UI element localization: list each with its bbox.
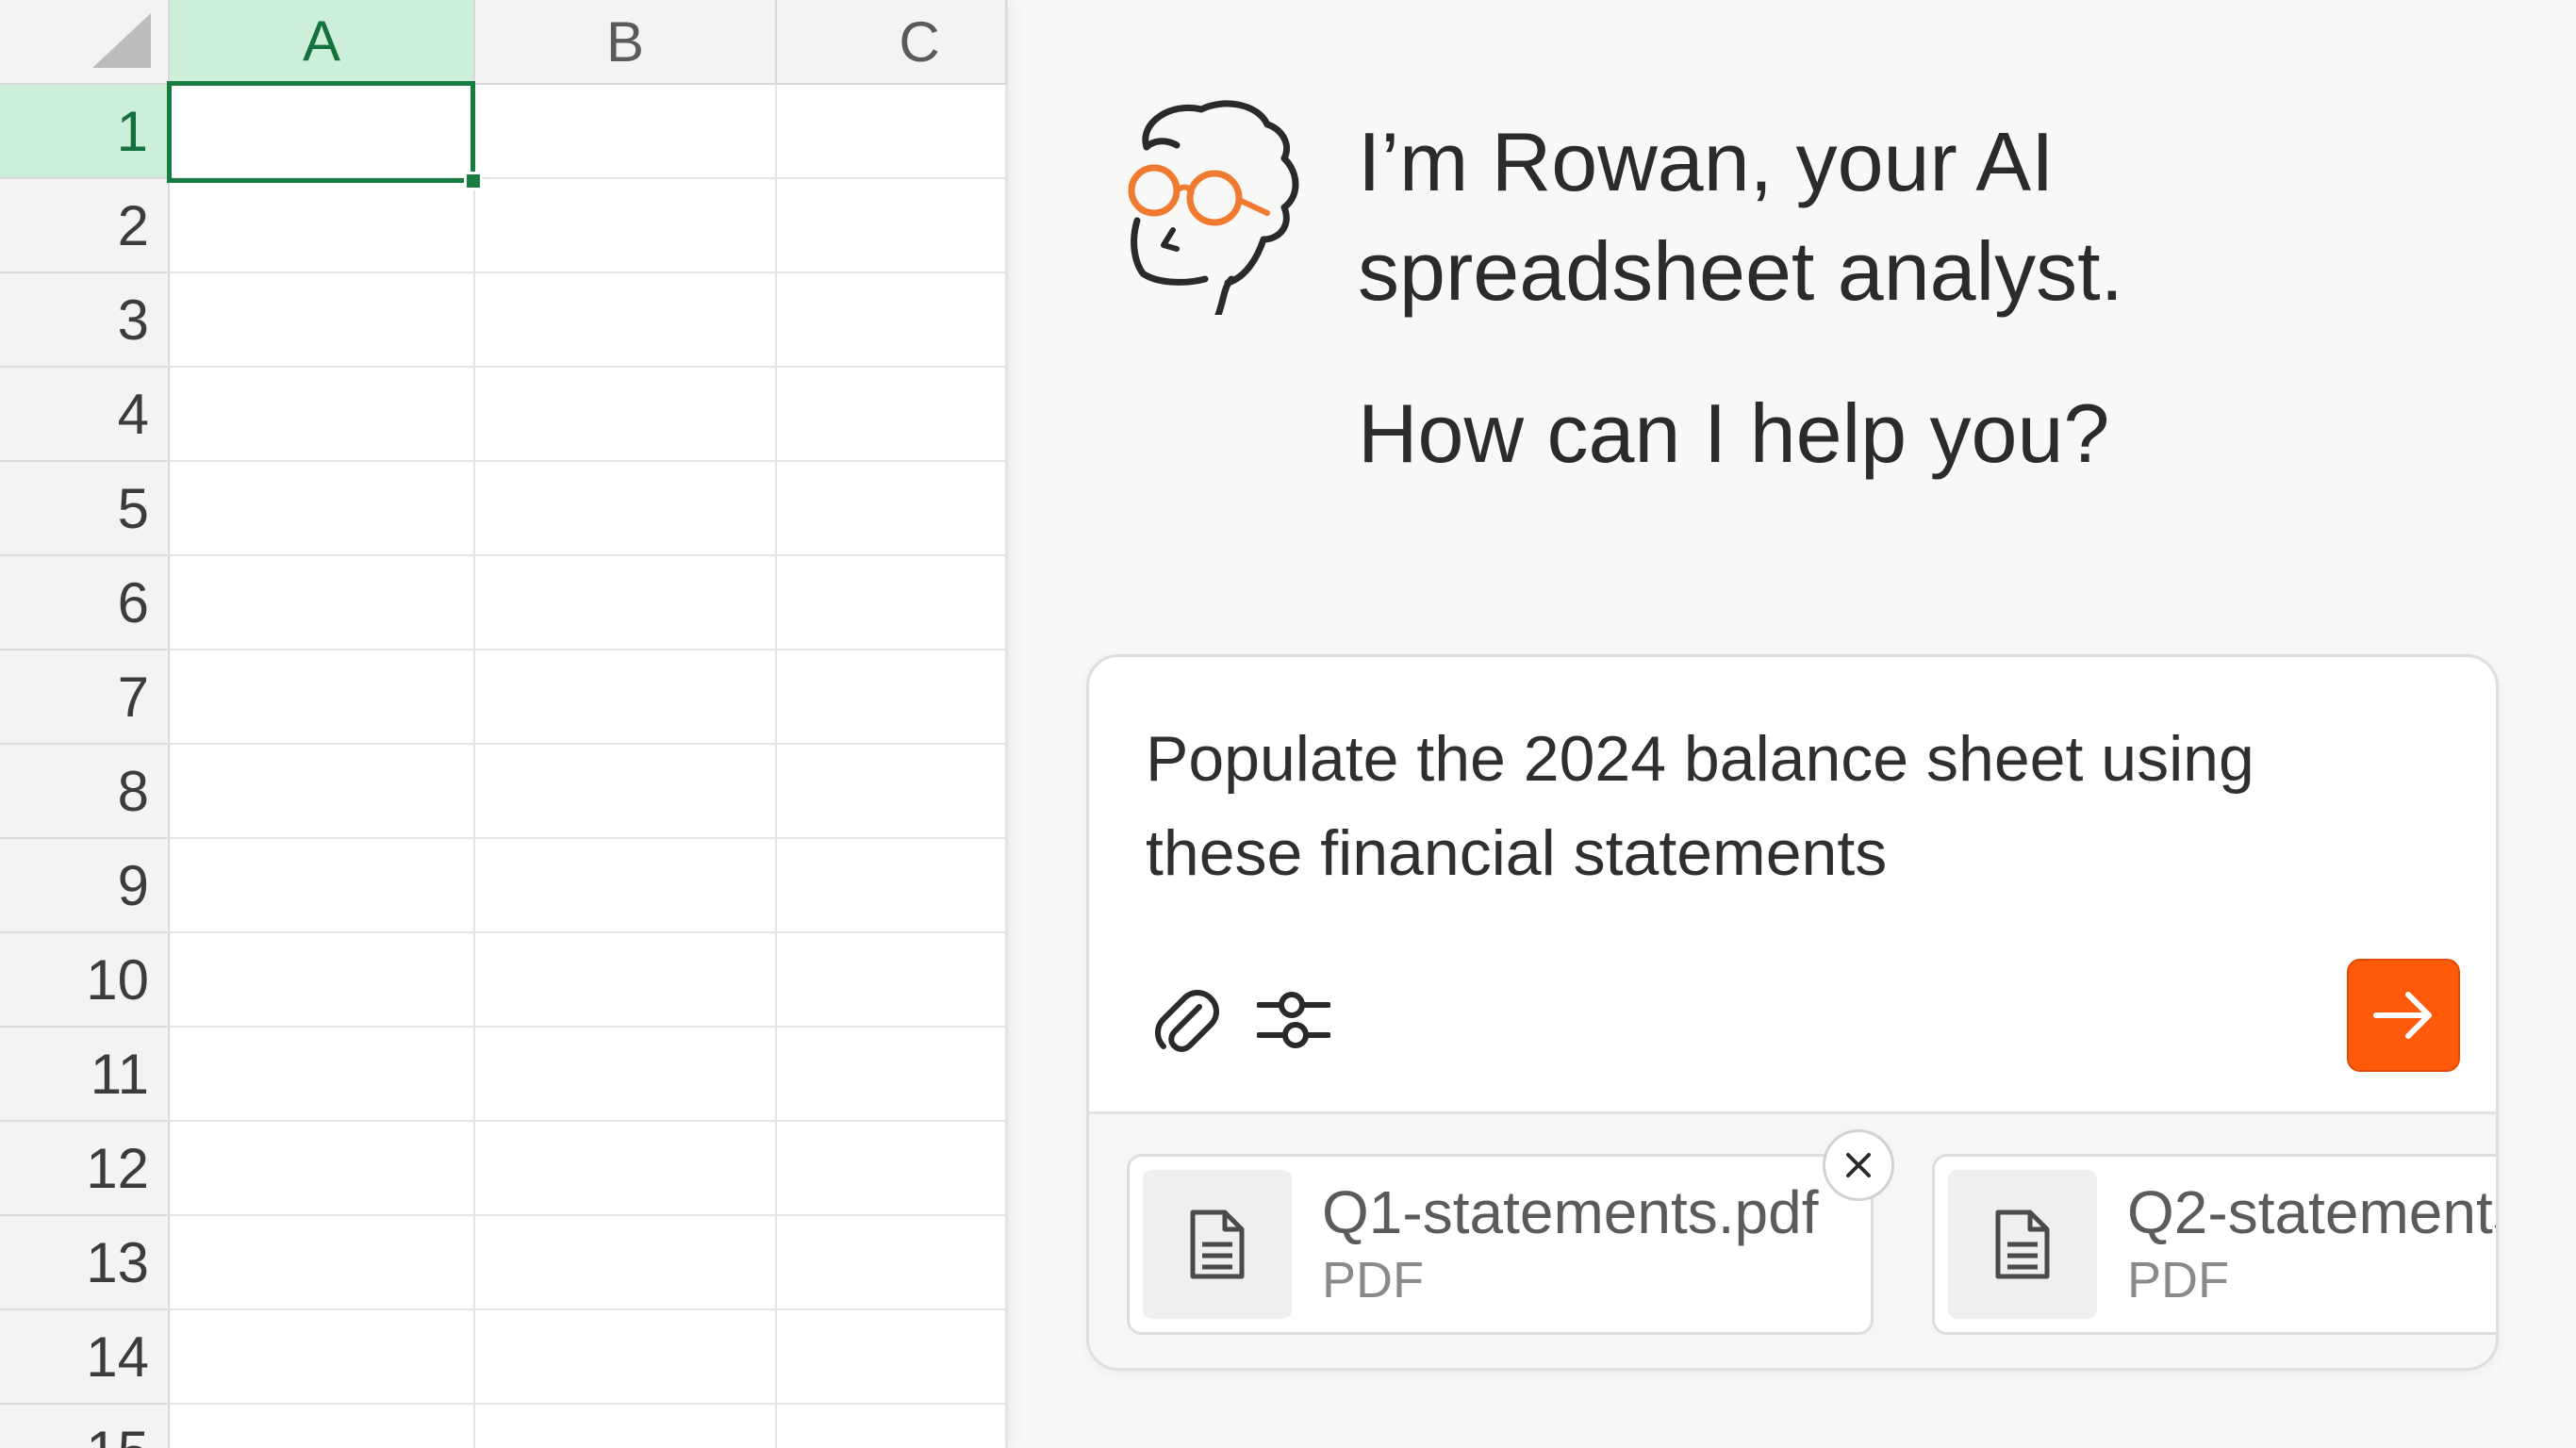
row-header-3[interactable]: 3 xyxy=(0,273,170,368)
sliders-icon xyxy=(1257,992,1330,1048)
assistant-greeting: I’m Rowan, your AI spreadsheet analyst. xyxy=(1358,115,2124,318)
row-header-7[interactable]: 7 xyxy=(0,650,170,745)
fill-handle[interactable] xyxy=(464,172,483,190)
grid-cell[interactable] xyxy=(475,1122,777,1216)
attach-file-button[interactable] xyxy=(1144,978,1229,1062)
help-prompt: How can I help you? xyxy=(1358,387,2110,480)
grid-cell[interactable] xyxy=(170,1122,475,1216)
attachment-card[interactable]: Q1-statements.pdf PDF xyxy=(1127,1154,1874,1335)
send-button[interactable] xyxy=(2347,959,2460,1072)
grid-cell[interactable] xyxy=(777,1405,1007,1448)
grid-cell[interactable] xyxy=(777,556,1007,650)
row-header-5[interactable]: 5 xyxy=(0,462,170,556)
file-name: Q1-statements.pdf xyxy=(1322,1178,1819,1246)
row-header-10[interactable]: 10 xyxy=(0,933,170,1028)
grid-cell[interactable] xyxy=(475,745,777,839)
row-header-6[interactable]: 6 xyxy=(0,556,170,650)
grid-cell[interactable] xyxy=(475,179,777,273)
row-header-4[interactable]: 4 xyxy=(0,368,170,462)
row-header-1[interactable]: 1 xyxy=(0,85,170,179)
grid-cell[interactable] xyxy=(475,462,777,556)
grid-cell[interactable] xyxy=(170,556,475,650)
grid-cell[interactable] xyxy=(475,650,777,745)
message-input[interactable]: Populate the 2024 balance sheet using th… xyxy=(1146,712,2390,900)
grid-cell[interactable] xyxy=(170,462,475,556)
grid-cell[interactable] xyxy=(170,839,475,933)
close-icon xyxy=(1846,1153,1871,1177)
remove-attachment-button[interactable] xyxy=(1823,1129,1894,1201)
grid-cell[interactable] xyxy=(475,839,777,933)
file-type: PDF xyxy=(2127,1252,2229,1308)
settings-sliders-button[interactable] xyxy=(1251,978,1336,1062)
grid-cell[interactable] xyxy=(170,1028,475,1122)
grid-cell[interactable] xyxy=(170,368,475,462)
arrow-right-icon xyxy=(2373,992,2432,1039)
grid-cell[interactable] xyxy=(777,839,1007,933)
grid-cell[interactable] xyxy=(777,650,1007,745)
grid-cell[interactable] xyxy=(170,745,475,839)
row-header-8[interactable]: 8 xyxy=(0,745,170,839)
attachments-tray: Q1-statements.pdf PDF Q2-statements.pdf … xyxy=(1089,1114,2496,1368)
grid-cell[interactable] xyxy=(475,1028,777,1122)
file-thumbnail xyxy=(1948,1170,2097,1319)
grid-cell[interactable] xyxy=(170,1310,475,1405)
grid-cell[interactable] xyxy=(777,933,1007,1028)
grid-cell[interactable] xyxy=(777,273,1007,368)
grid-cell[interactable] xyxy=(777,1028,1007,1122)
row-header-13[interactable]: 13 xyxy=(0,1216,170,1310)
grid-cell[interactable] xyxy=(777,1310,1007,1405)
paperclip-icon xyxy=(1155,990,1219,1052)
grid-cell[interactable] xyxy=(777,85,1007,179)
grid-cell[interactable] xyxy=(475,1405,777,1448)
grid-cell[interactable] xyxy=(170,933,475,1028)
row-header-15[interactable]: 15 xyxy=(0,1405,170,1448)
grid-cell[interactable] xyxy=(777,179,1007,273)
grid-cell[interactable] xyxy=(475,1310,777,1405)
row-header-12[interactable]: 12 xyxy=(0,1122,170,1216)
grid-cell[interactable] xyxy=(170,650,475,745)
row-header-9[interactable]: 9 xyxy=(0,839,170,933)
active-cell-a1[interactable] xyxy=(167,81,475,183)
column-header-c[interactable]: C xyxy=(777,0,1007,85)
select-all-triangle-icon xyxy=(92,13,151,68)
file-thumbnail xyxy=(1143,1170,1292,1319)
chat-composer: Populate the 2024 balance sheet using th… xyxy=(1086,654,2499,1371)
rowan-avatar-icon xyxy=(1128,100,1299,315)
row-header-2[interactable]: 2 xyxy=(0,179,170,273)
grid-cell[interactable] xyxy=(475,85,777,179)
grid-cell[interactable] xyxy=(777,462,1007,556)
grid-cell[interactable] xyxy=(475,273,777,368)
grid-cell[interactable] xyxy=(475,556,777,650)
file-type: PDF xyxy=(1322,1252,1424,1308)
spreadsheet-grid: A B C 123456789101112131415 xyxy=(0,0,1008,1448)
grid-cell[interactable] xyxy=(777,1216,1007,1310)
row-header-14[interactable]: 14 xyxy=(0,1310,170,1405)
grid-cell[interactable] xyxy=(777,745,1007,839)
grid-cell[interactable] xyxy=(475,368,777,462)
file-name: Q2-statements.pdf xyxy=(2127,1178,2496,1246)
row-header-11[interactable]: 11 xyxy=(0,1028,170,1122)
grid-cell[interactable] xyxy=(170,1405,475,1448)
grid-cell[interactable] xyxy=(170,179,475,273)
document-icon xyxy=(1995,1209,2050,1279)
assistant-panel: I’m Rowan, your AI spreadsheet analyst. … xyxy=(1007,0,2576,1448)
column-header-b[interactable]: B xyxy=(475,0,777,85)
grid-cell[interactable] xyxy=(170,1216,475,1310)
attachment-card[interactable]: Q2-statements.pdf PDF xyxy=(1932,1154,2496,1335)
grid-cell[interactable] xyxy=(777,368,1007,462)
document-icon xyxy=(1190,1209,1245,1279)
grid-cell[interactable] xyxy=(777,1122,1007,1216)
grid-cell[interactable] xyxy=(475,933,777,1028)
grid-cell[interactable] xyxy=(475,1216,777,1310)
select-all-corner[interactable] xyxy=(0,0,170,85)
grid-cell[interactable] xyxy=(170,273,475,368)
column-header-a[interactable]: A xyxy=(170,0,475,85)
